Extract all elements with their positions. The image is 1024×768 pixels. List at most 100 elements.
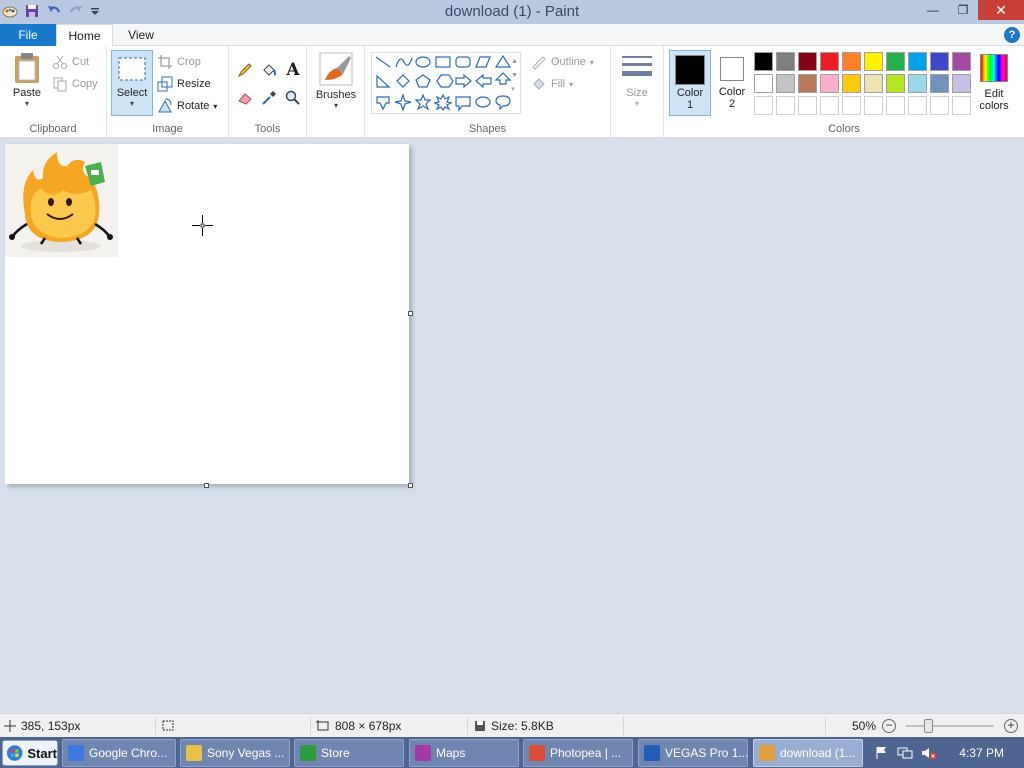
fill-icon [531, 76, 547, 92]
palette-swatch[interactable] [776, 74, 795, 93]
fill-dropdown-icon[interactable]: ▾ [569, 80, 573, 89]
resize-button[interactable]: Resize [157, 74, 211, 94]
window-title: download (1) - Paint [444, 3, 580, 20]
palette-swatch[interactable] [864, 52, 883, 71]
palette-swatch[interactable] [886, 74, 905, 93]
palette-swatch[interactable] [886, 96, 905, 115]
status-bar: 385, 153px 808 × 678px Size: 5.8KB 50% −… [0, 713, 1024, 737]
rotate-dropdown-icon[interactable]: ▾ [213, 102, 217, 111]
zoom-slider-track[interactable] [906, 725, 994, 727]
palette-swatch[interactable] [864, 96, 883, 115]
fill-bucket-icon[interactable] [259, 60, 279, 80]
taskbar-item[interactable]: Sony Vegas ... [180, 739, 290, 767]
drawing-canvas[interactable] [5, 144, 409, 484]
color2-button[interactable]: Color 2 [713, 50, 751, 116]
eraser-icon[interactable] [235, 88, 255, 108]
palette-swatch[interactable] [908, 96, 927, 115]
palette-swatch[interactable] [952, 74, 971, 93]
zoom-slider-thumb[interactable] [924, 719, 933, 733]
canvas-workspace[interactable] [0, 139, 1024, 713]
palette-swatch[interactable] [798, 52, 817, 71]
zoom-level: 50% [852, 719, 877, 733]
brushes-button[interactable]: Brushes ▾ [313, 52, 359, 110]
palette-swatch[interactable] [930, 74, 949, 93]
brushes-dropdown-icon[interactable]: ▾ [313, 101, 359, 110]
magnifier-icon[interactable] [283, 88, 303, 108]
file-size-text: Size: 5.8KB [491, 719, 554, 733]
file-size: Size: 5.8KB [474, 714, 554, 738]
outline-dropdown-icon[interactable]: ▾ [590, 58, 594, 67]
crop-label: Crop [177, 56, 201, 68]
taskbar-item[interactable]: Photopea | ... [523, 739, 633, 767]
palette-swatch[interactable] [798, 96, 817, 115]
palette-swatch[interactable] [754, 74, 773, 93]
palette-swatch[interactable] [952, 52, 971, 71]
palette-swatch[interactable] [908, 74, 927, 93]
taskbar-item[interactable]: Store [294, 739, 404, 767]
shapes-gallery-icons [375, 54, 512, 112]
size-button[interactable]: Size ▾ [618, 54, 656, 108]
palette-swatch[interactable] [754, 96, 773, 115]
palette-swatch[interactable] [798, 74, 817, 93]
restore-button[interactable]: ❐ [948, 0, 978, 20]
palette-swatch[interactable] [864, 74, 883, 93]
color-picker-icon[interactable] [259, 88, 279, 108]
action-center-flag-icon[interactable] [875, 746, 889, 760]
edit-colors-line2: colors [979, 100, 1009, 112]
tab-file[interactable]: File [0, 24, 56, 46]
outline-button[interactable]: Outline ▾ [531, 52, 594, 72]
taskbar-item[interactable]: Maps [409, 739, 519, 767]
palette-swatch[interactable] [930, 52, 949, 71]
start-button[interactable]: Start [2, 740, 58, 766]
zoom-out-button[interactable]: − [882, 719, 896, 733]
shapes-scroll-icons[interactable]: ▲ ▼ ▾ [511, 55, 518, 97]
resize-handle-corner[interactable] [408, 483, 413, 488]
palette-swatch[interactable] [820, 74, 839, 93]
network-icon[interactable] [897, 746, 913, 760]
taskbar-item[interactable]: VEGAS Pro 1... [638, 739, 748, 767]
zoom-in-button[interactable]: + [1004, 719, 1018, 733]
select-button[interactable]: Select ▾ [111, 50, 153, 116]
rotate-button[interactable]: Rotate ▾ [157, 96, 217, 116]
palette-swatch[interactable] [754, 52, 773, 71]
volume-muted-icon[interactable] [921, 746, 937, 760]
image-dimensions: 808 × 678px [316, 714, 401, 738]
paste-dropdown-icon[interactable]: ▾ [8, 99, 46, 108]
select-dropdown-icon[interactable]: ▾ [112, 99, 152, 108]
palette-swatch[interactable] [820, 96, 839, 115]
resize-handle-right[interactable] [408, 311, 413, 316]
resize-handle-bottom[interactable] [204, 483, 209, 488]
shapes-gallery[interactable]: ▲ ▼ ▾ [371, 52, 521, 114]
palette-swatch[interactable] [776, 52, 795, 71]
palette-swatch[interactable] [952, 96, 971, 115]
taskbar-item[interactable]: download (1... [753, 739, 863, 767]
copy-button[interactable]: Copy [52, 74, 98, 94]
close-button[interactable]: ✕ [978, 0, 1024, 20]
scissors-icon [52, 54, 68, 70]
palette-swatch[interactable] [908, 52, 927, 71]
minimize-button[interactable]: — [918, 0, 948, 20]
cut-button[interactable]: Cut [52, 52, 89, 72]
palette-swatch[interactable] [820, 52, 839, 71]
paste-button[interactable]: Paste ▾ [8, 52, 46, 108]
palette-swatch[interactable] [842, 52, 861, 71]
crop-button[interactable]: Crop [157, 52, 201, 72]
clock[interactable]: 4:37 PM [959, 746, 1004, 760]
pencil-icon[interactable] [235, 60, 255, 80]
palette-swatch[interactable] [842, 96, 861, 115]
help-icon[interactable]: ? [1004, 27, 1020, 43]
tab-view[interactable]: View [113, 24, 169, 46]
tab-home[interactable]: Home [56, 24, 113, 47]
palette-swatch[interactable] [842, 74, 861, 93]
palette-swatch[interactable] [886, 52, 905, 71]
taskbar-item[interactable]: Google Chro... [62, 739, 176, 767]
move-cursor-icon [4, 720, 16, 732]
edit-colors-button[interactable]: Edit colors [974, 52, 1014, 116]
palette-swatch[interactable] [930, 96, 949, 115]
size-dropdown-icon[interactable]: ▾ [618, 99, 656, 108]
color1-button[interactable]: Color 1 [669, 50, 711, 116]
ribbon-tabs: File Home View ? [0, 24, 1024, 47]
fill-button[interactable]: Fill ▾ [531, 74, 573, 94]
text-tool-icon[interactable]: A [283, 60, 303, 80]
palette-swatch[interactable] [776, 96, 795, 115]
